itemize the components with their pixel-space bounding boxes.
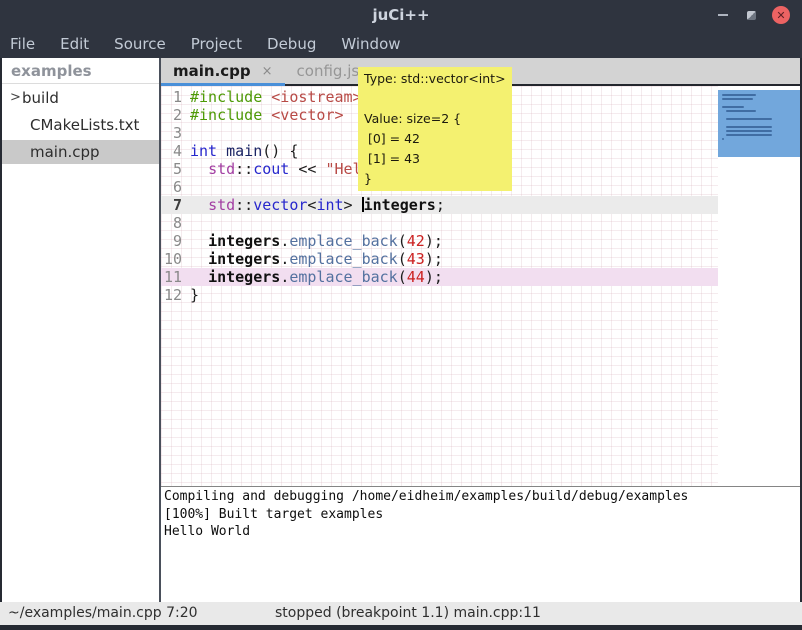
line-code: integers.emplace_back(42); [188, 232, 443, 250]
line-number: 11 [161, 268, 188, 286]
code-line-12[interactable]: 12} [161, 286, 718, 304]
minimap-line [722, 94, 756, 96]
app-window: juCi++ ✕ File Edit Source Project Debug Windo… [0, 0, 802, 630]
minimap-line [726, 126, 773, 128]
line-number: 1 [161, 88, 188, 106]
minimap-line [726, 118, 773, 120]
line-number: 2 [161, 106, 188, 124]
tooltip-line [364, 89, 506, 109]
menu-item-file[interactable]: File [2, 30, 43, 58]
chevron-right-icon[interactable]: > [2, 86, 22, 110]
minimize-button[interactable] [710, 0, 736, 30]
titlebar: juCi++ ✕ [0, 0, 802, 30]
terminal-output[interactable]: Compiling and debugging /home/eidheim/ex… [161, 486, 800, 602]
terminal-line: Compiling and debugging /home/eidheim/ex… [164, 488, 800, 506]
status-file-position: ~/examples/main.cpp 7:20 [8, 602, 198, 625]
status-debug-state: stopped (breakpoint 1.1) main.cpp:11 [275, 602, 541, 625]
code-line-9[interactable]: 9 integers.emplace_back(42); [161, 232, 718, 250]
terminal-line: [100%] Built target examples [164, 506, 800, 524]
sidebar-item-cmakelists-txt[interactable]: CMakeLists.txt [2, 113, 159, 137]
line-number: 5 [161, 160, 188, 178]
restore-button[interactable] [738, 0, 764, 30]
project-folder-header: examples [2, 58, 159, 84]
minimap-visible-region[interactable] [718, 90, 800, 157]
terminal-line: Hello World [164, 523, 800, 541]
minimap-line [722, 98, 753, 100]
line-code: integers.emplace_back(43); [188, 250, 443, 268]
tree-item-label: build [22, 86, 59, 110]
file-tree-sidebar[interactable]: examples >build CMakeLists.txt main.cpp [2, 58, 159, 602]
tab-close-icon[interactable]: × [262, 64, 273, 79]
menu-item-debug[interactable]: Debug [259, 30, 324, 58]
tree-item-label: main.cpp [30, 140, 100, 164]
code-line-8[interactable]: 8 [161, 214, 718, 232]
menu-item-edit[interactable]: Edit [52, 30, 97, 58]
tab-label: main.cpp [173, 62, 251, 80]
line-number: 7 [161, 196, 188, 214]
minimap-line [722, 106, 744, 108]
tab-main-cpp[interactable]: main.cpp × [161, 58, 285, 84]
line-code: integers.emplace_back(44); [188, 268, 443, 286]
tooltip-line: [0] = 42 [364, 129, 506, 149]
close-button[interactable]: ✕ [768, 0, 794, 30]
tree-item-label: CMakeLists.txt [30, 113, 139, 137]
minimap-line [722, 138, 724, 140]
sidebar-item-main-cpp[interactable]: main.cpp [2, 140, 159, 164]
code-line-10[interactable]: 10 integers.emplace_back(43); [161, 250, 718, 268]
status-bar: ~/examples/main.cpp 7:20 stopped (breakp… [0, 602, 802, 625]
line-code: int main() { [188, 142, 298, 160]
line-number: 4 [161, 142, 188, 160]
sidebar-item-build[interactable]: >build [2, 86, 159, 110]
tooltip-line: [1] = 43 [364, 149, 506, 169]
tooltip-line: Type: std::vector<int> [364, 69, 506, 89]
line-number: 10 [161, 250, 188, 268]
menubar: File Edit Source Project Debug Window [0, 30, 802, 58]
line-code: std::cout << "Hel [188, 160, 362, 178]
tooltip-line: Value: size=2 { [364, 109, 506, 129]
line-number: 8 [161, 214, 188, 232]
code-line-7[interactable]: 7 std::vector<int> integers; [161, 196, 718, 214]
minimap-line [726, 130, 773, 132]
line-code: } [188, 286, 199, 304]
tooltip-line: } [364, 169, 506, 189]
line-code: #include <iostream> [188, 88, 362, 106]
close-icon: ✕ [772, 6, 790, 24]
line-number: 12 [161, 286, 188, 304]
minimap-column [718, 86, 800, 486]
line-number: 9 [161, 232, 188, 250]
line-code [188, 124, 190, 142]
menu-item-source[interactable]: Source [106, 30, 174, 58]
menu-item-window[interactable]: Window [333, 30, 408, 58]
restore-icon [747, 11, 756, 20]
minimize-icon [718, 14, 728, 16]
line-number: 3 [161, 124, 188, 142]
minimap-line [726, 110, 757, 112]
window-title: juCi++ [0, 0, 802, 30]
minimap-line [726, 134, 773, 136]
line-code: #include <vector> [188, 106, 344, 124]
line-code [188, 214, 190, 232]
line-code [188, 178, 190, 196]
menu-item-project[interactable]: Project [183, 30, 250, 58]
line-code: std::vector<int> integers; [188, 196, 445, 214]
line-number: 6 [161, 178, 188, 196]
code-line-11[interactable]: 11 integers.emplace_back(44); [161, 268, 718, 286]
debug-value-tooltip: Type: std::vector<int> Value: size=2 { [… [358, 67, 512, 191]
file-tree: >build CMakeLists.txt main.cpp [2, 84, 159, 164]
